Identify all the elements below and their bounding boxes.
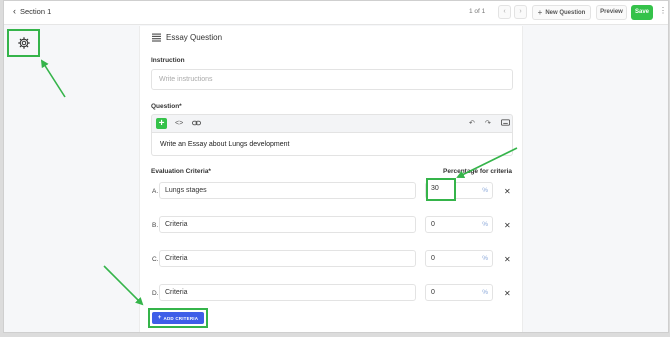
criteria-input[interactable]: Criteria xyxy=(159,284,416,301)
remove-criteria-icon[interactable]: ✕ xyxy=(504,256,511,264)
percentage-value: 0 xyxy=(431,255,435,262)
instruction-placeholder: Write instructions xyxy=(159,76,213,83)
save-button[interactable]: Save xyxy=(631,5,653,20)
question-type-label: Essay Question xyxy=(166,33,223,42)
list-icon xyxy=(152,33,161,42)
percentage-input[interactable]: 0 % xyxy=(425,250,493,267)
add-criteria-label: ADD CRITERIA xyxy=(163,315,199,321)
criteria-text: Criteria xyxy=(165,255,188,262)
question-counter: 1 of 1 xyxy=(469,8,486,15)
criteria-text: Lungs stages xyxy=(165,187,207,194)
remove-criteria-icon[interactable]: ✕ xyxy=(504,188,511,196)
percent-symbol: % xyxy=(482,255,488,262)
plus-icon: + xyxy=(537,8,543,17)
criteria-input[interactable]: Criteria xyxy=(159,216,416,233)
app-window: ‹ Section 1 1 of 1 ‹ › + New Question Pr… xyxy=(3,0,669,333)
link-icon[interactable] xyxy=(192,119,201,130)
percentage-input[interactable]: 0 % xyxy=(425,216,493,233)
percentage-value: 0 xyxy=(431,289,435,296)
question-text: Write an Essay about Lungs development xyxy=(160,140,290,148)
remove-criteria-icon[interactable]: ✕ xyxy=(504,290,511,298)
keyboard-icon[interactable] xyxy=(501,119,510,129)
plus-icon: + xyxy=(157,315,162,321)
criteria-letter: C. xyxy=(152,256,159,263)
chevron-left-icon: ‹ xyxy=(13,6,16,16)
percentage-label: Percentage for criteria xyxy=(443,168,513,175)
redo-icon[interactable]: ↷ xyxy=(485,119,491,128)
chevron-right-icon: › xyxy=(519,8,522,15)
criteria-letter: B. xyxy=(152,222,159,229)
question-label: Question* xyxy=(151,103,182,110)
section-label: Section 1 xyxy=(20,7,52,16)
percent-symbol: % xyxy=(482,289,488,296)
more-options-icon[interactable]: ⋮ xyxy=(659,7,667,15)
previous-question-button[interactable]: ‹ xyxy=(498,5,511,19)
percentage-value-highlight[interactable]: 30 xyxy=(426,178,456,201)
percent-symbol: % xyxy=(482,187,488,194)
add-criteria-button[interactable]: + ADD CRITERIA xyxy=(152,312,204,324)
new-question-label: New Question xyxy=(545,9,586,16)
left-panel xyxy=(4,26,135,332)
question-editor: Essay Question Instruction Write instruc… xyxy=(139,26,523,332)
right-panel xyxy=(524,26,668,332)
gear-icon xyxy=(17,37,30,49)
chevron-left-icon: ‹ xyxy=(503,8,506,15)
new-question-button[interactable]: + New Question xyxy=(532,5,591,20)
back-to-section-link[interactable]: ‹ Section 1 xyxy=(13,6,52,17)
criteria-text: Criteria xyxy=(165,289,188,296)
criteria-letter: D. xyxy=(152,290,159,297)
instruction-label: Instruction xyxy=(151,57,185,64)
instruction-input[interactable]: Write instructions xyxy=(151,69,513,90)
undo-icon[interactable]: ↶ xyxy=(469,119,475,128)
remove-criteria-icon[interactable]: ✕ xyxy=(504,222,511,230)
top-bar: ‹ Section 1 1 of 1 ‹ › + New Question Pr… xyxy=(4,1,668,25)
preview-button[interactable]: Preview xyxy=(596,5,627,20)
insert-plus-icon[interactable]: + xyxy=(156,118,167,129)
percent-symbol: % xyxy=(482,221,488,228)
criteria-input[interactable]: Criteria xyxy=(159,250,416,267)
percentage-input[interactable]: 0 % xyxy=(425,284,493,301)
evaluation-criteria-label: Evaluation Criteria* xyxy=(151,168,211,175)
settings-button[interactable] xyxy=(7,29,40,57)
question-type-header: Essay Question xyxy=(152,33,222,42)
criteria-text: Criteria xyxy=(165,221,188,228)
criteria-letter: A. xyxy=(152,188,159,195)
add-criteria-highlight: + ADD CRITERIA xyxy=(148,308,208,328)
editor-toolbar: + <> ↶ ↷ xyxy=(151,114,513,133)
question-text-editor[interactable]: Write an Essay about Lungs development xyxy=(151,133,513,156)
next-question-button[interactable]: › xyxy=(514,5,527,19)
code-icon[interactable]: <> xyxy=(175,119,183,128)
percentage-value: 0 xyxy=(431,221,435,228)
percentage-value: 30 xyxy=(431,185,439,192)
criteria-input[interactable]: Lungs stages xyxy=(159,182,416,199)
